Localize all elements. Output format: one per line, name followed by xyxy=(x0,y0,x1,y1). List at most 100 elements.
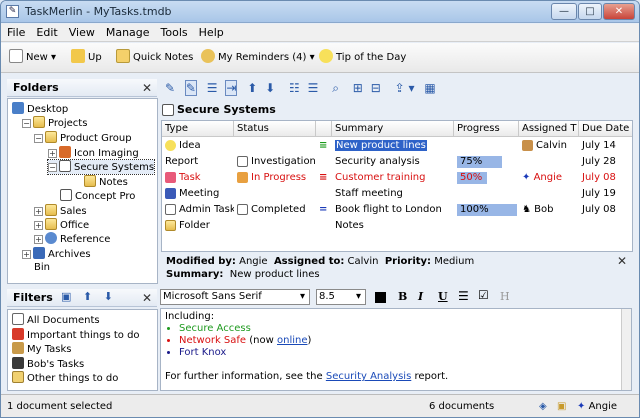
expand-icon[interactable]: + xyxy=(34,207,43,216)
task-icon xyxy=(165,172,176,183)
editor-scrollbar[interactable] xyxy=(621,309,631,390)
tree-item-sales[interactable]: + Sales xyxy=(34,204,87,218)
checkbox-icon[interactable]: ☑ xyxy=(478,288,489,302)
column-header-due-date[interactable]: Due Date xyxy=(579,121,632,137)
edit-icon[interactable]: ✎ xyxy=(165,81,175,95)
bullet-list-icon[interactable]: ☰ xyxy=(458,289,469,303)
filter-important[interactable]: Important things to do xyxy=(12,328,140,342)
tree-item-projects[interactable]: − Projects xyxy=(22,116,87,130)
table-row[interactable]: Idea ≡ New product lines Calvin July 14 xyxy=(162,138,632,154)
font-select[interactable]: Microsoft Sans Serif ▾ xyxy=(160,289,310,305)
move-up-icon[interactable]: ⬆ xyxy=(83,290,92,303)
indent-icon[interactable]: ⇥ xyxy=(225,80,238,96)
menu-help[interactable]: Help xyxy=(193,24,229,39)
new-dropdown-arrow-icon[interactable]: ▾ xyxy=(51,52,56,63)
list-icon[interactable]: ☰ xyxy=(207,81,218,95)
priority-icon xyxy=(12,328,24,340)
checklist-icon[interactable]: ☰ xyxy=(308,81,319,95)
folders-close-icon[interactable]: ✕ xyxy=(142,79,152,97)
tree-item-concept-pro[interactable]: Concept Pro xyxy=(60,189,135,203)
edit-details-icon[interactable]: ✎ xyxy=(184,80,197,96)
column-header-summary[interactable]: Summary xyxy=(332,121,454,137)
export-icon[interactable]: ⇪ xyxy=(395,81,405,95)
table-row[interactable]: Meeting Staff meeting July 19 xyxy=(162,186,632,202)
filter-comment-icon[interactable]: ▣ xyxy=(61,290,71,303)
folder-tree: Desktop − Projects − Product Group + Icon I… xyxy=(7,98,158,284)
filter-bobs-tasks[interactable]: Bob's Tasks xyxy=(12,357,84,371)
menu-view[interactable]: View xyxy=(63,24,100,39)
column-header-priority[interactable] xyxy=(316,121,332,137)
filter-all-documents[interactable]: All Documents xyxy=(12,313,100,327)
maximize-button[interactable]: □ xyxy=(578,3,602,20)
filters-close-icon[interactable]: ✕ xyxy=(142,289,152,307)
column-header-assigned[interactable]: Assigned T xyxy=(519,121,579,137)
details-close-icon[interactable]: ✕ xyxy=(617,254,627,268)
main-toolbar: New ▾ Up Quick Notes My Reminders (4) ▾ … xyxy=(1,43,639,73)
font-size-select[interactable]: 8.5 ▾ xyxy=(316,289,366,305)
tree-item-reference[interactable]: + Reference xyxy=(34,232,110,246)
add-column-icon[interactable]: ⊞ xyxy=(353,81,363,95)
column-header-progress[interactable]: Progress xyxy=(454,121,519,137)
image-icon xyxy=(59,146,71,158)
table-row[interactable]: Report Investigation Security analysis 7… xyxy=(162,154,632,170)
note-editor[interactable]: Including: Secure Access Network Safe (n… xyxy=(160,308,632,391)
export-dropdown-arrow-icon[interactable]: ▾ xyxy=(408,81,414,95)
menu-tools[interactable]: Tools xyxy=(155,24,193,39)
app-window: ✎ TaskMerlin - MyTasks.tmdb — □ ✕ File Ed… xyxy=(0,0,640,418)
tree-item-icon-imaging[interactable]: + Icon Imaging xyxy=(48,146,139,160)
tree-item-notes[interactable]: Notes xyxy=(84,175,128,189)
calendar-icon[interactable]: ▦ xyxy=(424,81,435,95)
tree-item-bin[interactable]: Bin xyxy=(34,261,50,275)
expand-icon[interactable]: + xyxy=(48,149,57,158)
new-button[interactable]: New ▾ xyxy=(9,49,56,67)
bold-button[interactable]: B xyxy=(398,290,407,303)
reminders-dropdown-arrow-icon[interactable]: ▾ xyxy=(310,52,315,63)
tree-item-secure-systems[interactable]: − Secure Systems xyxy=(46,159,156,175)
table-row[interactable]: Folder Notes xyxy=(162,218,632,234)
tree-item-desktop[interactable]: Desktop xyxy=(12,102,68,116)
folder-icon xyxy=(84,175,96,187)
filter-my-tasks[interactable]: My Tasks xyxy=(12,342,72,356)
table-row[interactable]: Admin Task Completed = Book flight to Lo… xyxy=(162,202,632,218)
expand-icon[interactable]: + xyxy=(34,221,43,230)
move-down-icon[interactable]: ⬇ xyxy=(104,290,113,303)
filter-other[interactable]: Other things to do xyxy=(12,371,118,385)
table-row[interactable]: Task In Progress ≡ Customer training 50%… xyxy=(162,170,632,186)
menu-edit[interactable]: Edit xyxy=(30,24,62,39)
tree-item-product-group[interactable]: − Product Group xyxy=(34,131,132,145)
find-icon[interactable]: ⌕ xyxy=(332,81,339,95)
collapse-icon[interactable]: − xyxy=(22,119,31,128)
tree-item-archives[interactable]: + Archives xyxy=(22,247,91,261)
collapse-icon[interactable]: − xyxy=(48,163,57,172)
quick-notes-button[interactable]: Quick Notes xyxy=(116,49,193,67)
collapse-icon[interactable]: − xyxy=(34,134,43,143)
progress-bar: 50% xyxy=(457,172,487,184)
move-down-icon[interactable]: ⬇ xyxy=(265,81,275,95)
menu-file[interactable]: File xyxy=(1,24,30,39)
text-color-icon[interactable] xyxy=(375,292,386,303)
expand-icon[interactable]: + xyxy=(34,235,43,244)
summary-edit-field[interactable]: New product lines xyxy=(334,139,428,152)
underline-button[interactable]: U xyxy=(438,290,448,303)
up-folder-icon xyxy=(71,49,85,63)
folders-pane-title: Folders xyxy=(7,79,157,97)
numbered-list-icon[interactable]: ☷ xyxy=(289,81,300,95)
expand-icon[interactable]: + xyxy=(22,250,31,259)
priority-icon: = xyxy=(319,204,328,215)
italic-button[interactable]: I xyxy=(418,290,423,303)
move-up-icon[interactable]: ⬆ xyxy=(247,81,257,95)
project-icon xyxy=(162,104,174,116)
remove-column-icon[interactable]: ⊟ xyxy=(371,81,381,95)
security-analysis-link[interactable]: Security Analysis xyxy=(326,371,411,382)
my-reminders-button[interactable]: My Reminders (4) ▾ xyxy=(201,49,315,67)
up-button[interactable]: Up xyxy=(71,49,102,67)
menu-manage[interactable]: Manage xyxy=(100,24,155,39)
column-header-type[interactable]: Type xyxy=(162,121,234,137)
online-link[interactable]: online xyxy=(277,335,308,346)
strikethrough-button[interactable]: H xyxy=(500,290,510,303)
tree-item-office[interactable]: + Office xyxy=(34,218,89,232)
close-button[interactable]: ✕ xyxy=(603,3,635,20)
minimize-button[interactable]: — xyxy=(551,3,577,20)
tip-of-the-day-button[interactable]: Tip of the Day xyxy=(319,49,406,67)
column-header-status[interactable]: Status xyxy=(234,121,316,137)
